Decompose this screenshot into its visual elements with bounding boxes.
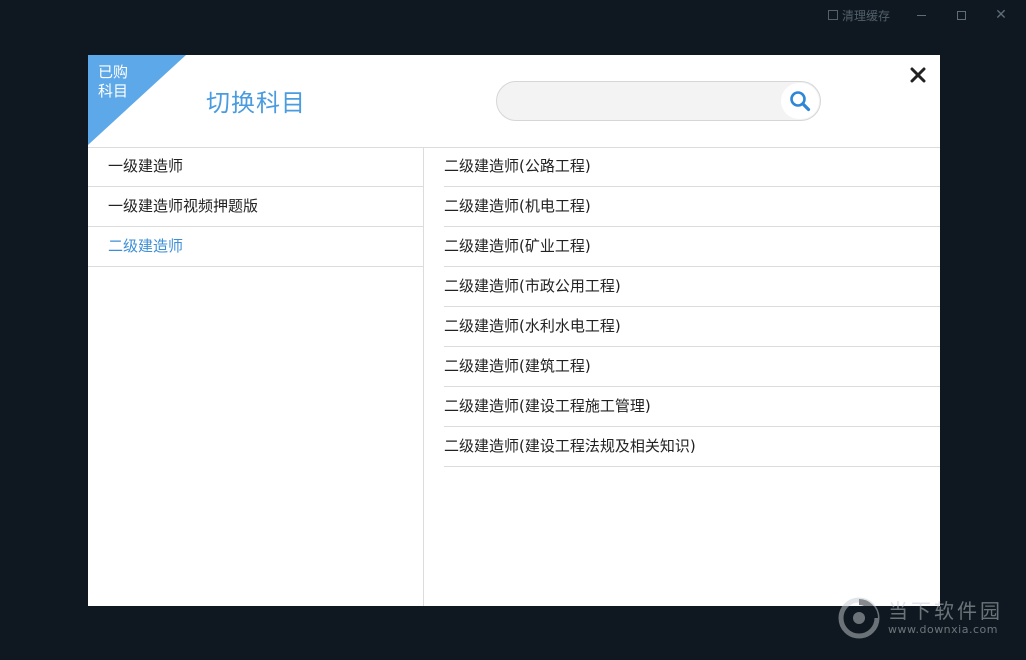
dialog-close-button[interactable] [908, 65, 928, 85]
subject-item[interactable]: 二级建造师(市政公用工程) [444, 267, 940, 307]
app-window: 清理缓存 ✕ 已购科目 切换科目 一级建造师 一级建造师视频押题版 二级建造师 … [0, 0, 1026, 660]
minimize-button[interactable] [912, 6, 930, 24]
purchased-subjects-badge[interactable]: 已购科目 [88, 55, 186, 145]
category-item[interactable]: 一级建造师 [88, 147, 423, 187]
category-item[interactable]: 一级建造师视频押题版 [88, 187, 423, 227]
search-box [496, 81, 821, 121]
dialog-body: 一级建造师 一级建造师视频押题版 二级建造师 二级建造师(公路工程) 二级建造师… [88, 147, 940, 606]
subject-item[interactable]: 二级建造师(建筑工程) [444, 347, 940, 387]
subject-item[interactable]: 二级建造师(矿业工程) [444, 227, 940, 267]
badge-label: 已购科目 [98, 63, 129, 100]
dialog-header: 已购科目 切换科目 [88, 55, 940, 148]
watermark-text: 当下软件园 www.downxia.com [888, 599, 1003, 637]
subject-item[interactable]: 二级建造师(建设工程法规及相关知识) [444, 427, 940, 467]
subject-item[interactable]: 二级建造师(公路工程) [444, 147, 940, 187]
watermark-url: www.downxia.com [888, 623, 998, 636]
maximize-button[interactable] [952, 6, 970, 24]
clear-cache-label: 清理缓存 [841, 8, 890, 23]
watermark-name: 当下软件园 [888, 599, 1003, 623]
category-list: 一级建造师 一级建造师视频押题版 二级建造师 [88, 147, 424, 606]
search-button[interactable] [781, 83, 819, 119]
clear-cache-button[interactable]: 清理缓存 [827, 7, 890, 24]
watermark-logo-icon [838, 597, 880, 639]
maximize-icon [956, 10, 966, 20]
window-close-button[interactable]: ✕ [992, 6, 1010, 24]
close-icon [910, 67, 926, 83]
subject-list: 二级建造师(公路工程) 二级建造师(机电工程) 二级建造师(矿业工程) 二级建造… [424, 147, 940, 606]
dialog-title: 切换科目 [206, 89, 306, 117]
search-icon [790, 91, 811, 112]
window-close-icon: ✕ [995, 7, 1007, 23]
switch-subject-dialog: 已购科目 切换科目 一级建造师 一级建造师视频押题版 二级建造师 二级建造师(公… [88, 55, 940, 606]
site-watermark: 当下软件园 www.downxia.com [838, 592, 1018, 644]
subject-item[interactable]: 二级建造师(水利水电工程) [444, 307, 940, 347]
minimize-icon [916, 14, 926, 16]
subject-item[interactable]: 二级建造师(建设工程施工管理) [444, 387, 940, 427]
category-item-active[interactable]: 二级建造师 [88, 227, 423, 267]
subject-item[interactable]: 二级建造师(机电工程) [444, 187, 940, 227]
checkbox-icon[interactable] [827, 10, 838, 20]
search-input[interactable] [511, 82, 775, 120]
window-titlebar: 清理缓存 ✕ [827, 0, 1026, 30]
